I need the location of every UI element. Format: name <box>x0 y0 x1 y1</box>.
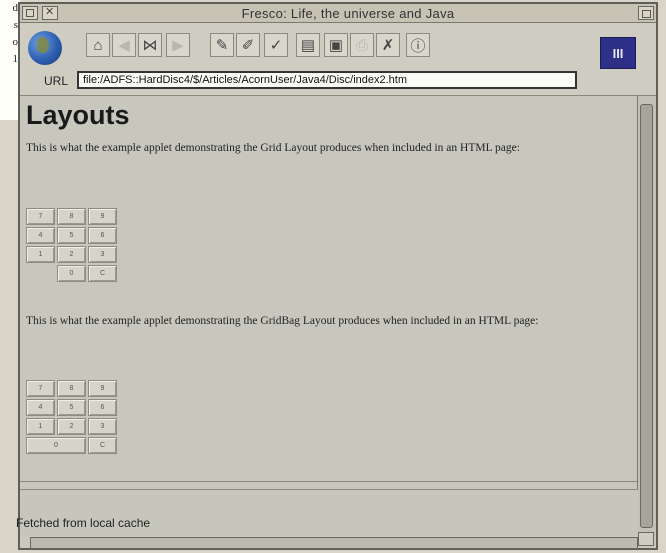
keypad-key-8[interactable]: 8 <box>57 208 86 225</box>
keypad-key-9[interactable]: 9 <box>88 380 117 397</box>
save-icon[interactable]: ▣ <box>324 33 348 57</box>
page-heading: Layouts <box>26 100 130 130</box>
keypad-key-4[interactable]: 4 <box>26 227 55 244</box>
margin-char: o <box>12 36 19 48</box>
forward-arrow-icon[interactable]: ▶ <box>166 33 190 57</box>
keypad-key-7[interactable]: 7 <box>26 380 55 397</box>
horizontal-scrollbar[interactable] <box>30 537 638 549</box>
tools-icon[interactable]: ✗ <box>376 33 400 57</box>
print-icon[interactable]: ⎙ <box>350 33 374 57</box>
keypad-key-1[interactable]: 1 <box>26 418 55 435</box>
keypad-key-3[interactable]: 3 <box>88 246 117 263</box>
toggle-size-icon[interactable] <box>638 6 654 20</box>
title-bar[interactable]: Fresco: Life, the universe and Java <box>20 4 656 23</box>
margin-char: 1 <box>12 53 19 65</box>
stop-icon[interactable]: ⋈ <box>138 33 162 57</box>
info-icon[interactable]: ⓘ <box>406 33 430 57</box>
gridbag-description: This is what the example applet demonstr… <box>26 315 539 327</box>
keypad-key-0[interactable]: 0 <box>57 265 86 282</box>
url-input[interactable]: file:/ADFS::HardDisc4/$/Articles/AcornUs… <box>77 71 577 89</box>
page-margin-text: d s o 1 <box>0 0 20 120</box>
page-content: Layouts This is what the example applet … <box>20 96 638 489</box>
window-title: Fresco: Life, the universe and Java <box>241 5 455 21</box>
browser-window: Fresco: Life, the universe and Java ⌂◀⋈▶… <box>16 2 658 550</box>
browser-logo: III <box>600 37 636 69</box>
grid-description: This is what the example applet demonstr… <box>26 142 520 154</box>
keypad-key-C[interactable]: C <box>88 265 117 282</box>
globe-icon[interactable] <box>28 31 62 65</box>
back-window-icon[interactable] <box>22 6 38 20</box>
resize-handle-icon[interactable] <box>638 532 654 546</box>
keypad-key-7[interactable]: 7 <box>26 208 55 225</box>
keypad-key-5[interactable]: 5 <box>57 399 86 416</box>
document-icon[interactable]: ▤ <box>296 33 320 57</box>
margin-char: d <box>12 2 19 14</box>
keypad-key-2[interactable]: 2 <box>57 246 86 263</box>
keypad-key-6[interactable]: 6 <box>88 399 117 416</box>
keypad-key-0[interactable]: 0 <box>26 437 86 454</box>
keypad-key-1[interactable]: 1 <box>26 246 55 263</box>
keypad-key-4[interactable]: 4 <box>26 399 55 416</box>
content-divider <box>20 481 638 482</box>
keypad-key-3[interactable]: 3 <box>88 418 117 435</box>
margin-char: s <box>13 19 18 31</box>
mark-icon[interactable]: ✓ <box>264 33 288 57</box>
keypad-key-9[interactable]: 9 <box>88 208 117 225</box>
close-window-icon[interactable] <box>42 5 58 20</box>
vertical-scrollbar[interactable] <box>637 96 656 536</box>
keypad-key-2[interactable]: 2 <box>57 418 86 435</box>
pen-icon[interactable]: ✐ <box>236 33 260 57</box>
keypad-key-8[interactable]: 8 <box>57 380 86 397</box>
keypad-key-5[interactable]: 5 <box>57 227 86 244</box>
toolbar: ⌂ ◀ ⋈ ▶ ✎ ✐ ✓ ▤ ▣ ⎙ ✗ ⓘ III URL file:/ADFS::HardDis… <box>20 23 656 96</box>
keypad-key-6[interactable]: 6 <box>88 227 117 244</box>
home-icon[interactable]: ⌂ <box>86 33 110 57</box>
vertical-scroll-thumb[interactable] <box>640 104 653 528</box>
url-label: URL <box>44 74 69 88</box>
status-bar: Fetched from local cache <box>16 489 638 536</box>
keypad-key-C[interactable]: C <box>88 437 117 454</box>
back-arrow-icon[interactable]: ◀ <box>112 33 136 57</box>
status-text: Fetched from local cache <box>16 516 151 530</box>
edit-icon[interactable]: ✎ <box>210 33 234 57</box>
